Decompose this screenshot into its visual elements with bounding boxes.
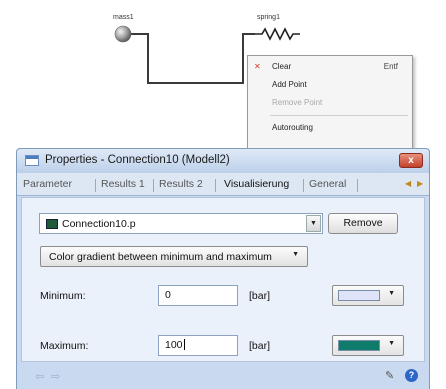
minimum-color-picker[interactable]: ▼ <box>332 285 404 306</box>
back-icon[interactable]: ⇦ <box>35 370 44 383</box>
tab-general[interactable]: General <box>309 178 346 190</box>
properties-window: Properties - Connection10 (Modell2) x Pa… <box>16 148 430 389</box>
text-caret <box>183 339 185 350</box>
mass-icon <box>114 25 132 43</box>
menu-item-autorouting-label: Autorouting <box>272 123 313 132</box>
maximum-label: Maximum: <box>40 340 89 352</box>
chevron-down-icon: ▼ <box>292 251 299 258</box>
gradient-mode-select[interactable]: Color gradient between minimum and maxim… <box>40 246 308 267</box>
chevron-down-icon[interactable]: ▼ <box>306 215 321 232</box>
visualisierung-panel: Connection10.p ▼ Remove Color gradient b… <box>21 197 425 362</box>
menu-item-add-point[interactable]: Add Point <box>248 76 412 94</box>
maximum-color-picker[interactable]: ▼ <box>332 335 404 356</box>
tab-bar: Parameter Results 1 Results 2 Visualisie… <box>17 173 429 196</box>
forward-icon[interactable]: ⇨ <box>51 370 60 383</box>
tab-results-2[interactable]: Results 2 <box>159 178 203 190</box>
tab-scroll-right-icon[interactable]: ▶ <box>417 179 423 188</box>
tab-parameter[interactable]: Parameter <box>23 178 72 190</box>
menu-item-clear-shortcut: Entf <box>383 62 398 71</box>
mass-label: mass1 <box>113 14 134 21</box>
tab-scroll-left-icon[interactable]: ◀ <box>405 179 411 188</box>
tab-separator <box>357 179 358 192</box>
tab-separator <box>153 179 154 192</box>
spring-label: spring1 <box>257 14 280 21</box>
status-bar: ⇦ ⇨ ✎ ? <box>17 363 429 389</box>
variable-select-value: Connection10.p <box>62 218 136 230</box>
spring-icon <box>255 27 300 41</box>
window-icon <box>25 155 39 166</box>
menu-item-add-point-label: Add Point <box>272 80 307 89</box>
menu-separator <box>270 115 408 116</box>
tab-separator <box>303 179 304 192</box>
menu-item-clear-label: Clear <box>272 62 292 71</box>
context-menu: ✕ Clear Entf Add Point Remove Point Auto… <box>247 55 413 152</box>
menu-item-remove-point: Remove Point <box>248 94 412 112</box>
help-icon[interactable]: ? <box>405 369 418 382</box>
tab-visualisierung[interactable]: Visualisierung <box>224 178 289 190</box>
menu-item-autorouting[interactable]: Autorouting <box>248 119 412 137</box>
minimum-color-swatch <box>338 290 380 301</box>
minimum-label: Minimum: <box>40 290 86 302</box>
minimum-unit: [bar] <box>249 290 271 302</box>
pushpin-icon[interactable]: ✎ <box>385 369 394 382</box>
maximum-value: 100 <box>165 339 183 351</box>
variable-icon <box>46 219 58 229</box>
tab-separator <box>95 179 96 192</box>
close-button[interactable]: x <box>399 153 423 168</box>
window-title: Properties - Connection10 (Modell2) <box>45 154 230 166</box>
maximum-input[interactable]: 100 <box>158 335 238 356</box>
title-bar[interactable]: Properties - Connection10 (Modell2) x <box>17 149 429 173</box>
maximum-color-swatch <box>338 340 380 351</box>
chevron-down-icon: ▼ <box>388 340 395 347</box>
minimum-input[interactable]: 0 <box>158 285 238 306</box>
connection-line <box>130 33 255 84</box>
maximum-unit: [bar] <box>249 340 271 352</box>
minimum-value: 0 <box>165 289 171 301</box>
gradient-mode-value: Color gradient between minimum and maxim… <box>49 251 272 263</box>
chevron-down-icon: ▼ <box>388 290 395 297</box>
remove-button[interactable]: Remove <box>328 213 398 234</box>
menu-item-remove-point-label: Remove Point <box>272 98 323 107</box>
clear-icon: ✕ <box>254 62 261 71</box>
tab-results-1[interactable]: Results 1 <box>101 178 145 190</box>
menu-item-clear[interactable]: ✕ Clear Entf <box>248 58 412 76</box>
variable-select[interactable]: Connection10.p ▼ <box>39 213 323 234</box>
tab-separator <box>215 179 216 192</box>
